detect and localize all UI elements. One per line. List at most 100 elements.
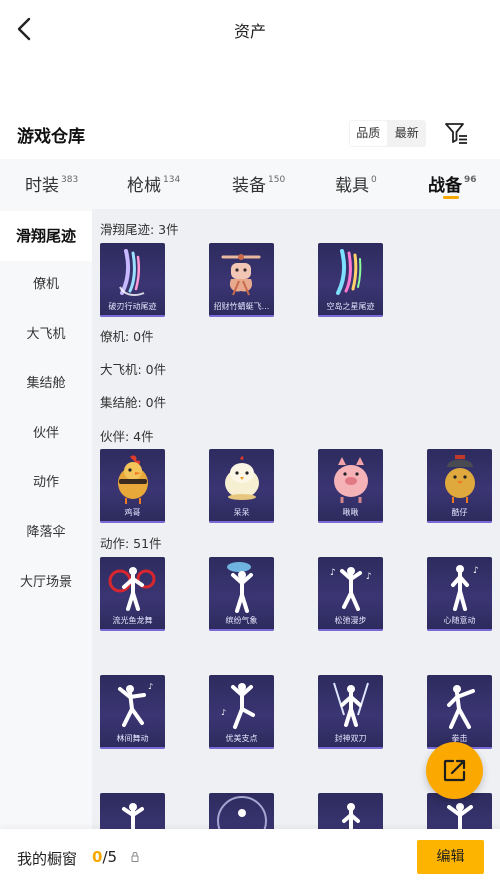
share-button[interactable] — [426, 742, 483, 799]
sort-option-quality[interactable]: 品质 — [350, 121, 387, 146]
section-label-big-plane: 大飞机: 0件 — [100, 362, 167, 377]
sidebar-item-assembly-pod[interactable]: 集结舱 — [0, 359, 92, 409]
forest-dance-art: ♪ — [118, 682, 153, 727]
item-name: 招财竹蜻蜓飞... — [213, 302, 270, 311]
svg-text:♪: ♪ — [330, 568, 336, 578]
rarity-bar — [318, 315, 383, 317]
item-card[interactable]: 空岛之星尾迹 — [318, 243, 383, 317]
sidebar: 滑翔尾迹 僚机 大飞机 集结舱 伙伴 动作 降落伞 大厅场景 — [0, 209, 92, 829]
rarity-bar — [427, 521, 492, 523]
emote-figure-art — [342, 803, 360, 829]
weather-emote-art — [227, 562, 253, 613]
item-card[interactable]: ♪ 林间舞动 — [100, 675, 165, 749]
rarity-bar — [209, 315, 274, 317]
item-grid-area: 滑翔尾迹: 3件 破刃行动尾迹 招财竹蜻蜓飞... 空岛之星尾迹 僚机: 0件 … — [92, 209, 500, 829]
section-label-assembly-pod: 集结舱: 0件 — [100, 395, 167, 410]
sidebar-item-emote[interactable]: 动作 — [0, 458, 92, 508]
graceful-pivot-art: ♪ — [221, 683, 255, 729]
item-name: 破刃行动尾迹 — [108, 302, 157, 311]
item-card[interactable]: 啾啾 — [318, 449, 383, 523]
sort-option-latest[interactable]: 最新 — [389, 121, 426, 146]
rarity-bar — [318, 747, 383, 749]
showcase-count: 0/5 — [92, 848, 117, 866]
svg-text:♪: ♪ — [366, 572, 372, 582]
filter-icon[interactable] — [443, 120, 469, 146]
glide-trail-art — [119, 249, 145, 296]
sidebar-item-lobby-scene[interactable]: 大厅场景 — [0, 558, 92, 608]
sort-toggle: 品质 最新 — [349, 120, 426, 147]
item-card[interactable]: 流光鱼龙舞 — [100, 557, 165, 631]
item-name: 松弛漫步 — [334, 616, 367, 625]
item-name: 鸡哥 — [124, 508, 141, 517]
emote-figure-art — [122, 803, 144, 829]
item-name: 流光鱼龙舞 — [112, 616, 153, 625]
item-name: 林间舞动 — [116, 734, 149, 743]
sidebar-item-partner[interactable]: 伙伴 — [0, 409, 92, 459]
item-name: 啾啾 — [342, 508, 359, 517]
rarity-bar — [209, 521, 274, 523]
item-card[interactable]: ♪ 优美支点 — [209, 675, 274, 749]
showcase-bar: 我的橱窗 0/5 编辑 — [0, 829, 500, 885]
item-card[interactable] — [318, 793, 383, 829]
section-label-emote: 动作: 51件 — [100, 536, 162, 551]
tab-readiness[interactable]: 战备 96 — [428, 171, 477, 196]
tab-fashion[interactable]: 时装 383 — [25, 171, 78, 196]
bubble-emote-art — [217, 796, 267, 829]
tab-firearms[interactable]: 枪械 134 — [127, 171, 180, 196]
helmet-chick-partner-art — [445, 455, 475, 503]
page-title: 资产 — [233, 22, 266, 41]
rarity-bar — [100, 629, 165, 631]
rarity-bar — [209, 747, 274, 749]
item-card[interactable]: ♪ ♪ 松弛漫步 — [318, 557, 383, 631]
svg-text:♪: ♪ — [221, 708, 226, 717]
rarity-bar — [318, 521, 383, 523]
item-card[interactable]: 破刃行动尾迹 — [100, 243, 165, 317]
showcase-max: 5 — [107, 848, 118, 866]
section-label-partner: 伙伴: 4件 — [100, 429, 154, 444]
tab-vehicles[interactable]: 载具 0 — [335, 171, 377, 196]
item-card[interactable]: 酷仔 — [427, 449, 492, 523]
section-label-glide-trail: 滑翔尾迹: 3件 — [100, 222, 179, 237]
item-name: 缤纷气象 — [225, 616, 258, 625]
share-icon — [443, 759, 466, 782]
category-tabs: 时装 383 枪械 134 装备 150 载具 0 战备 96 — [0, 159, 500, 209]
item-name: 空岛之星尾迹 — [326, 302, 375, 311]
section-label-wingman: 僚机: 0件 — [100, 329, 154, 344]
rarity-bar — [318, 629, 383, 631]
tab-equipment[interactable]: 装备 150 — [232, 171, 285, 196]
item-name: 封神双刀 — [334, 734, 367, 743]
sidebar-item-parachute[interactable]: 降落伞 — [0, 508, 92, 558]
sidebar-item-wingman[interactable]: 僚机 — [0, 260, 92, 310]
sidebar-item-big-plane[interactable]: 大飞机 — [0, 310, 92, 360]
item-name: 心随意动 — [443, 616, 476, 625]
active-tab-indicator — [443, 196, 459, 199]
item-card[interactable]: ♪ 心随意动 — [427, 557, 492, 631]
boxing-emote-art — [447, 685, 475, 729]
warehouse-title: 游戏仓库 — [17, 127, 85, 147]
item-card[interactable]: 缤纷气象 — [209, 557, 274, 631]
rarity-bar — [100, 315, 165, 317]
item-card[interactable] — [100, 793, 165, 829]
chick-partner-art — [225, 456, 259, 500]
sidebar-item-glide-trail[interactable]: 滑翔尾迹 — [0, 211, 92, 261]
showcase-current: 0 — [92, 848, 103, 866]
sky-island-trail-art — [336, 249, 362, 295]
edit-button[interactable]: 编辑 — [417, 840, 484, 874]
pig-partner-art — [334, 457, 368, 503]
item-card[interactable]: 拳击 — [427, 675, 492, 749]
item-card[interactable]: 呆呆 — [209, 449, 274, 523]
bamboo-copter-art — [221, 254, 261, 296]
lock-icon — [131, 851, 139, 862]
item-name: 优美支点 — [225, 734, 258, 743]
rarity-bar — [209, 629, 274, 631]
item-name: 呆呆 — [233, 508, 250, 517]
item-card[interactable]: 招财竹蜻蜓飞... — [209, 243, 274, 317]
svg-text:♪: ♪ — [473, 566, 479, 576]
rarity-bar — [100, 521, 165, 523]
rarity-bar — [100, 747, 165, 749]
item-card[interactable]: 封神双刀 — [318, 675, 383, 749]
item-card[interactable]: 鸡哥 — [100, 449, 165, 523]
relaxed-walk-art: ♪ ♪ — [330, 567, 372, 611]
rooster-partner-art — [118, 455, 148, 504]
item-card[interactable] — [209, 793, 274, 829]
